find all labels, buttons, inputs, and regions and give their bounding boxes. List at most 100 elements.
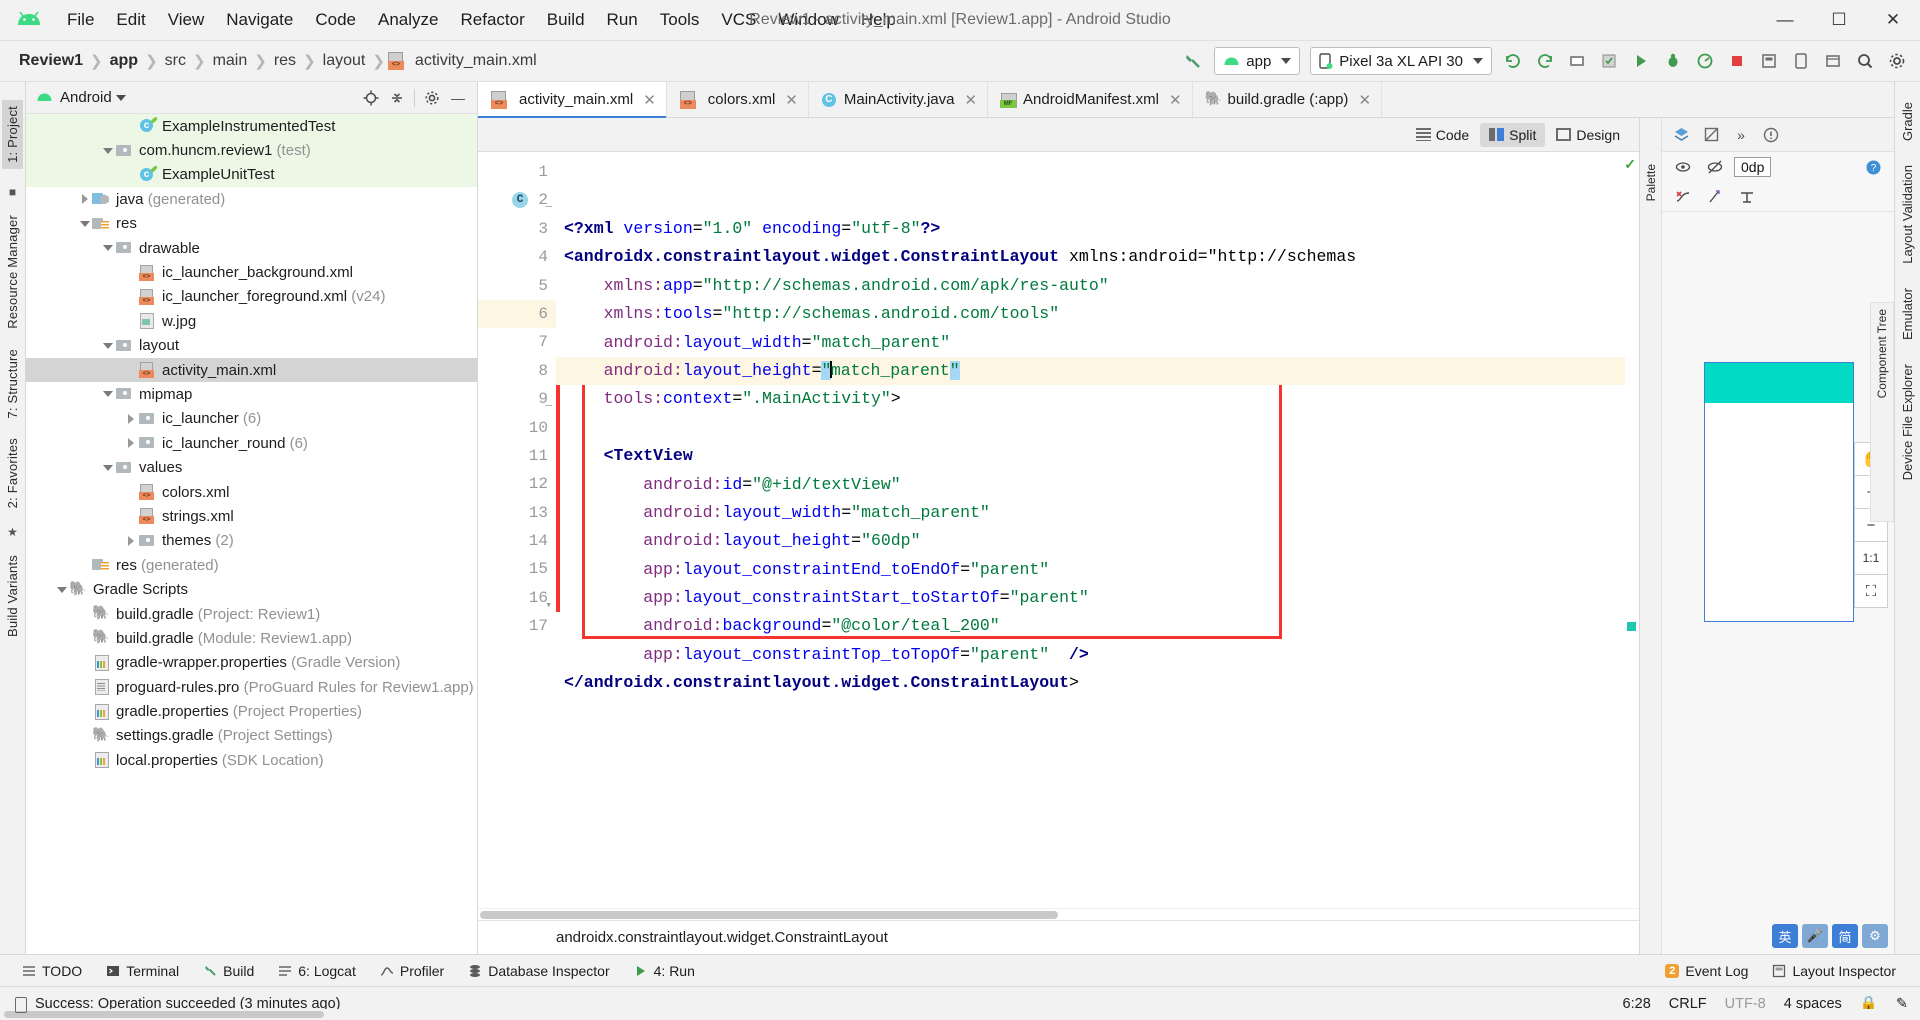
chevron-down-icon[interactable] <box>115 94 126 101</box>
tree-row-build-gradle[interactable]: build.gradle (Project: Review1) <box>26 602 477 626</box>
view-mode-split[interactable]: Split <box>1480 122 1546 147</box>
tree-row-java[interactable]: java (generated) <box>26 187 477 211</box>
line-number[interactable]: 8 <box>478 357 556 385</box>
menu-run[interactable]: Run <box>596 7 649 33</box>
breadcrumb-layout[interactable]: layout <box>318 52 371 70</box>
code-scroll-area[interactable]: 1 2 C ─ 3 4 5 6 7 8 9 ─ 10 11 12 13 14 15 16 ▾ 17 <?xml vers… <box>478 152 1639 908</box>
line-number[interactable]: 14 <box>478 527 556 555</box>
breadcrumb-app[interactable]: app <box>105 52 143 70</box>
close-icon[interactable]: ✕ <box>643 91 656 109</box>
clear-constraints-icon[interactable] <box>1670 185 1696 209</box>
code-line[interactable]: android:layout_height="60dp" <box>556 527 1639 555</box>
tree-row-gradle-properties[interactable]: gradle.properties (Project Properties) <box>26 699 477 723</box>
tree-row-values[interactable]: values <box>26 455 477 479</box>
infer-constraints-icon[interactable] <box>1702 185 1728 209</box>
chevron-down-icon[interactable] <box>101 387 115 401</box>
scrollbar-thumb[interactable] <box>4 1011 324 1018</box>
device-file-explorer-icon[interactable] <box>1818 47 1848 75</box>
tool-logcat[interactable]: 6: Logcat <box>266 959 368 983</box>
collapse-all-icon[interactable] <box>384 86 410 110</box>
debug-icon[interactable] <box>1658 47 1688 75</box>
code-line[interactable]: android:layout_width="match_parent" <box>556 499 1639 527</box>
search-icon[interactable] <box>1850 47 1880 75</box>
sdk-manager-icon[interactable] <box>1594 47 1624 75</box>
device-manager-icon[interactable] <box>1786 47 1816 75</box>
autoconnect-icon[interactable] <box>1702 155 1728 179</box>
line-number[interactable]: 15 <box>478 555 556 583</box>
tree-row-w-jpg[interactable]: w.jpg <box>26 309 477 333</box>
line-number[interactable]: 4 <box>478 243 556 271</box>
tool-run[interactable]: 4: Run <box>622 959 707 983</box>
line-number[interactable]: 13 <box>478 499 556 527</box>
tree-row-strings-xml[interactable]: strings.xml <box>26 504 477 528</box>
rail-item-favorites[interactable]: 2: Favorites <box>5 438 20 508</box>
breadcrumb-review1[interactable]: Review1 <box>14 52 88 70</box>
tree-row-ic-launcher-foreground-xml[interactable]: ic_launcher_foreground.xml (v24) <box>26 285 477 309</box>
line-number[interactable]: 5 <box>478 272 556 300</box>
tree-row-ic-launcher[interactable]: ic_launcher (6) <box>26 407 477 431</box>
code-line[interactable]: <androidx.constraintlayout.widget.Constr… <box>556 243 1639 271</box>
close-icon[interactable]: ✕ <box>1358 91 1371 109</box>
no-blueprint-icon[interactable] <box>1698 123 1724 147</box>
code-line[interactable]: </androidx.constraintlayout.widget.Const… <box>556 669 1639 697</box>
menu-code[interactable]: Code <box>304 7 367 33</box>
close-icon[interactable]: ✕ <box>964 91 977 109</box>
line-number[interactable]: 12 <box>478 470 556 498</box>
tree-row-colors-xml[interactable]: colors.xml <box>26 480 477 504</box>
project-tree[interactable]: ExampleInstrumentedTest com.huncm.review1… <box>26 114 477 954</box>
line-number[interactable]: 16 ▾ <box>478 584 556 612</box>
gear-icon[interactable] <box>1882 47 1912 75</box>
default-margin-value[interactable]: 0dp <box>1734 157 1772 177</box>
tree-row-settings-gradle[interactable]: settings.gradle (Project Settings) <box>26 724 477 748</box>
chevron-down-icon[interactable] <box>101 241 115 255</box>
code-line[interactable]: xmlns:app="http://schemas.android.com/ap… <box>556 272 1639 300</box>
tree-row-proguard-rules-pro[interactable]: proguard-rules.pro (ProGuard Rules for R… <box>26 675 477 699</box>
rail-item-gradle[interactable]: Gradle <box>1900 102 1915 141</box>
chevron-down-icon[interactable] <box>101 339 115 353</box>
tree-row-res[interactable]: res (generated) <box>26 553 477 577</box>
line-number[interactable]: 3 <box>478 215 556 243</box>
breadcrumb-main[interactable]: main <box>208 52 253 70</box>
ime-settings-icon[interactable]: ⚙ <box>1862 924 1888 948</box>
tool-layout-inspector[interactable]: Layout Inspector <box>1760 959 1908 983</box>
tree-row-local-properties[interactable]: local.properties (SDK Location) <box>26 748 477 772</box>
tree-row-ic-launcher-round[interactable]: ic_launcher_round (6) <box>26 431 477 455</box>
stop-icon[interactable] <box>1722 47 1752 75</box>
tree-row-gradle-scripts[interactable]: Gradle Scripts <box>26 577 477 601</box>
project-tree-hscrollbar[interactable] <box>0 1009 1920 1020</box>
rail-item-project[interactable]: 1: Project <box>2 100 23 169</box>
rail-item-emulator[interactable]: Emulator <box>1900 288 1915 340</box>
menu-navigate[interactable]: Navigate <box>215 7 304 33</box>
chevron-right-icon[interactable] <box>78 192 92 206</box>
tree-row-themes[interactable]: themes (2) <box>26 529 477 553</box>
rail-item-resource-manager[interactable]: Resource Manager <box>5 215 20 329</box>
rail-item-layout-validation[interactable]: Layout Validation <box>1900 165 1915 264</box>
rail-item-structure[interactable]: 7: Structure <box>5 349 20 419</box>
tree-row-gradle-wrapper-properties[interactable]: gradle-wrapper.properties (Gradle Versio… <box>26 651 477 675</box>
code-line[interactable]: tools:context=".MainActivity"> <box>556 385 1639 413</box>
tab-activity-main-xml[interactable]: activity_main.xml ✕ <box>478 82 667 118</box>
line-number[interactable]: 17 <box>478 612 556 640</box>
sync-project-icon[interactable] <box>1530 47 1560 75</box>
design-canvas[interactable]: ✋ + − 1:1 ⛶ Component Tree <box>1662 212 1894 954</box>
close-icon[interactable]: ✕ <box>1169 91 1182 109</box>
tree-row-layout[interactable]: layout <box>26 334 477 358</box>
code-hscrollbar[interactable] <box>478 908 1639 920</box>
minimize-button[interactable]: — <box>1758 0 1812 41</box>
tree-row-com-huncm-review1[interactable]: com.huncm.review1 (test) <box>26 138 477 163</box>
textview-preview[interactable] <box>1705 363 1853 403</box>
line-number[interactable]: 11 <box>478 442 556 470</box>
chevron-right-icon[interactable] <box>124 436 138 450</box>
chevron-down-icon[interactable] <box>78 217 92 231</box>
tab-androidmanifest-xml[interactable]: AndroidManifest.xml ✕ <box>988 82 1193 117</box>
tool-database-inspector[interactable]: Database Inspector <box>456 959 621 983</box>
close-icon[interactable]: ✕ <box>785 91 798 109</box>
tree-row-exampleunittest[interactable]: ExampleUnitTest <box>26 162 477 188</box>
menu-file[interactable]: File <box>56 7 105 33</box>
view-mode-code[interactable]: Code <box>1407 123 1478 147</box>
star-icon[interactable]: ★ <box>7 525 18 539</box>
chevron-down-icon[interactable] <box>55 583 69 597</box>
code-fold-icon[interactable]: ▾ <box>541 592 552 612</box>
code-line[interactable]: xmlns:tools="http://schemas.android.com/… <box>556 300 1639 328</box>
menu-build[interactable]: Build <box>536 7 596 33</box>
